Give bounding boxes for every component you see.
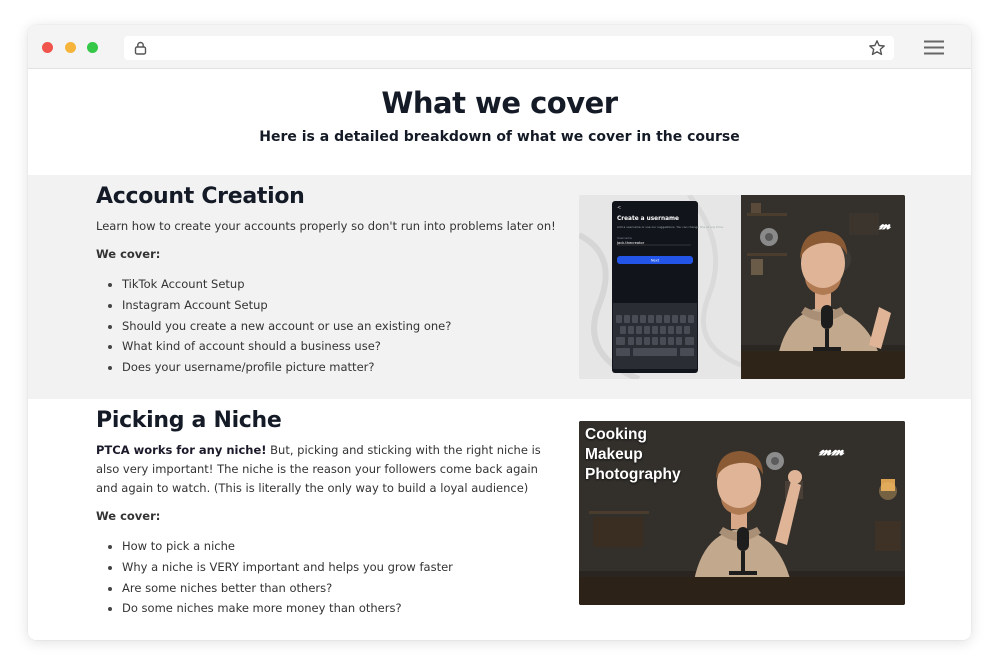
minimize-window-button[interactable] xyxy=(65,42,76,53)
close-window-button[interactable] xyxy=(42,42,53,53)
list-item: Does your username/profile picture matte… xyxy=(108,357,451,378)
maximize-window-button[interactable] xyxy=(87,42,98,53)
browser-toolbar xyxy=(28,25,971,69)
phone-next-label: Next xyxy=(651,259,660,263)
phone-hint: Add a username or use our suggestions. Y… xyxy=(617,225,724,229)
hero-section: What we cover Here is a detailed breakdo… xyxy=(28,69,971,175)
page-title: What we cover xyxy=(381,86,618,120)
section-description: Learn how to create your accounts proper… xyxy=(96,219,556,233)
topic-list: How to pick a niche Why a niche is VERY … xyxy=(108,536,453,619)
description-bold: PTCA works for any niche! xyxy=(96,443,267,457)
page-content: What we cover Here is a detailed breakdo… xyxy=(28,69,971,640)
section-title: Account Creation xyxy=(96,184,305,209)
list-item: Do some niches make more money than othe… xyxy=(108,598,453,619)
list-item: What kind of account should a business u… xyxy=(108,336,451,357)
section-account-creation: Account Creation Learn how to create you… xyxy=(28,175,971,399)
phone-heading: Create a username xyxy=(617,216,679,222)
bookmark-star-icon[interactable] xyxy=(868,39,886,57)
svg-text:𝓶𝓶: 𝓶𝓶 xyxy=(818,443,844,459)
thumbnail-image: < Create a username Add a username or us… xyxy=(579,195,905,379)
phone-input-label: Username xyxy=(617,236,632,240)
list-item: Should you create a new account or use a… xyxy=(108,316,451,337)
overlay-label: Makeup xyxy=(585,446,643,463)
lock-icon xyxy=(134,41,147,55)
svg-text:𝓶: 𝓶 xyxy=(878,218,892,233)
cover-label: We cover: xyxy=(96,509,161,523)
list-item: Why a niche is VERY important and helps … xyxy=(108,557,453,578)
topic-list: TikTok Account Setup Instagram Account S… xyxy=(108,274,451,378)
list-item: Instagram Account Setup xyxy=(108,295,451,316)
phone-input-value: jack.thecreator xyxy=(616,241,645,245)
picking-a-niche-video-thumbnail[interactable]: 𝓶𝓶 Cooking Makeup Photography xyxy=(579,421,905,605)
niche-overlay-labels: Cooking Makeup Photography xyxy=(585,425,681,485)
browser-window: What we cover Here is a detailed breakdo… xyxy=(28,25,971,640)
section-picking-a-niche: Picking a Niche PTCA works for any niche… xyxy=(28,399,971,640)
page-subtitle: Here is a detailed breakdown of what we … xyxy=(259,129,740,145)
account-creation-video-thumbnail[interactable]: < Create a username Add a username or us… xyxy=(579,195,905,379)
list-item: TikTok Account Setup xyxy=(108,274,451,295)
phone-keyboard xyxy=(613,303,697,369)
list-item: How to pick a niche xyxy=(108,536,453,557)
overlay-label: Cooking xyxy=(585,426,647,443)
section-description: PTCA works for any niche! But, picking a… xyxy=(96,441,556,498)
overlay-label: Photography xyxy=(585,466,681,483)
cover-label: We cover: xyxy=(96,247,161,261)
svg-text:<: < xyxy=(617,205,621,211)
section-title: Picking a Niche xyxy=(96,408,282,433)
list-item: Are some niches better than others? xyxy=(108,578,453,599)
hamburger-menu-icon[interactable] xyxy=(924,40,944,55)
address-bar[interactable] xyxy=(124,36,894,60)
